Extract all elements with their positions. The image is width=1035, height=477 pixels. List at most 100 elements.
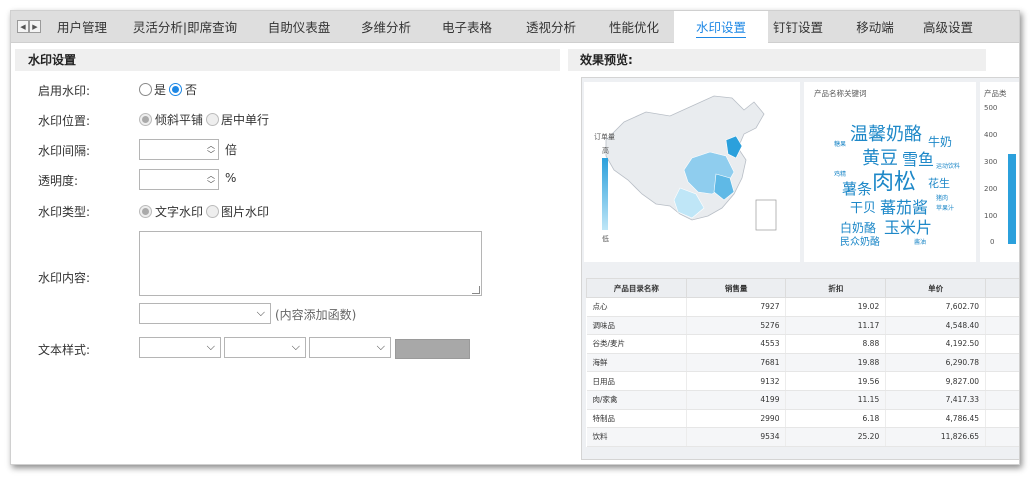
table-cell-extra [985, 371, 1019, 391]
china-map [605, 95, 777, 231]
table-cell: 19.02 [785, 297, 887, 317]
bar-chart-title: 产品类 [984, 89, 1007, 98]
table-cell-extra [985, 409, 1019, 429]
tab-spreadsheet[interactable]: 电子表格 [436, 11, 498, 43]
preview-panel: 订单量 高 低 产品名称关键词 温馨奶酪 黄豆 雪鱼 肉松 薯条 牛奶 花生 干… [581, 77, 1019, 460]
tab-scroll-left-icon[interactable]: ◀ [17, 20, 29, 33]
font-color-picker[interactable] [395, 339, 470, 359]
table-cell: 11.15 [785, 390, 887, 410]
spacing-stepper[interactable]: ︿ ﹀ [139, 139, 219, 160]
enable-no-radio[interactable] [169, 83, 182, 96]
map-legend-title: 订单量 [594, 133, 615, 141]
table-cell-extra [985, 353, 1019, 373]
position-center-text: 居中单行 [221, 113, 270, 127]
chevron-down-icon: ⌵ [291, 340, 300, 353]
table-cell-extra [985, 427, 1019, 447]
tab-flexible-analysis[interactable]: 灵活分析|即席查询 [129, 11, 241, 43]
position-center-radio[interactable] [206, 113, 219, 126]
bar-tick: 200 [984, 185, 998, 193]
chevron-down-icon: ⌵ [376, 340, 385, 353]
settings-window: ◀ ▶ 用户管理 灵活分析|即席查询 自助仪表盘 多维分析 电子表格 透视分析 … [10, 10, 1020, 465]
type-text-text: 文字水印 [155, 205, 204, 219]
table-cell: 4,192.50 [885, 334, 987, 354]
resize-grip-icon[interactable] [472, 286, 480, 294]
tab-advanced[interactable]: 高级设置 [916, 11, 980, 43]
tab-self-service-dashboard[interactable]: 自助仪表盘 [261, 11, 337, 43]
preview-header: 效果预览: [568, 49, 986, 71]
cloud-word: 黄豆 [862, 148, 898, 169]
bar-tick: 0 [990, 238, 995, 246]
table-cell: 25.20 [785, 427, 887, 447]
opacity-stepper[interactable]: ︿ ﹀ [139, 169, 219, 190]
enable-yes-text: 是 [154, 83, 167, 97]
word-cloud-title: 产品名称关键词 [814, 89, 867, 98]
table-cell: 19.56 [785, 371, 887, 391]
table-cell: 8.88 [785, 334, 887, 354]
cloud-word: 干贝 [850, 201, 877, 216]
bar-tick: 500 [984, 104, 998, 112]
type-image-radio[interactable] [206, 205, 219, 218]
table-cell-extra [985, 316, 1019, 336]
type-image-text: 图片水印 [221, 205, 270, 219]
tab-nav: ◀ ▶ [17, 20, 41, 33]
type-text-radio[interactable] [139, 205, 152, 218]
tab-scroll-right-icon[interactable]: ▶ [29, 20, 41, 33]
table-cell-extra [985, 334, 1019, 354]
map-legend-low: 低 [602, 235, 609, 243]
cloud-word: 牛奶 [928, 135, 953, 149]
cloud-word: 肉松 [872, 170, 917, 195]
font-size-select[interactable]: ⌵ [224, 337, 306, 358]
tab-pivot-analysis[interactable]: 透视分析 [520, 11, 582, 43]
enable-label: 启用水印: [38, 84, 91, 98]
table-header-extra [985, 278, 1019, 298]
south-sea-inset [755, 199, 777, 231]
table-cell: 点心 [586, 297, 687, 317]
table-cell: 9534 [686, 427, 787, 447]
font-family-select[interactable]: ⌵ [139, 337, 221, 358]
stepper-up-icon[interactable]: ︿ [207, 172, 215, 180]
bar-tick: 400 [984, 131, 998, 139]
font-weight-select[interactable]: ⌵ [309, 337, 391, 358]
tab-multidim-analysis[interactable]: 多维分析 [355, 11, 417, 43]
enable-yes-radio[interactable] [139, 83, 152, 96]
table-cell: 6.18 [785, 409, 887, 429]
table-cell: 6,290.78 [885, 353, 987, 373]
table-cell: 调味品 [586, 316, 687, 336]
cloud-word: 民众奶酪 [840, 237, 880, 248]
table-header: 单价 [885, 278, 987, 298]
tab-mobile[interactable]: 移动端 [847, 11, 903, 43]
tab-user-management[interactable]: 用户管理 [53, 11, 111, 43]
cloud-word: 温馨奶酪 [850, 124, 922, 145]
table-cell: 7681 [686, 353, 787, 373]
cloud-word: 猪肉 [936, 195, 949, 202]
position-label: 水印位置: [38, 114, 91, 128]
map-legend-bar [602, 158, 608, 230]
table-header: 折扣 [785, 278, 887, 298]
stepper-down-icon[interactable]: ﹀ [207, 181, 215, 189]
position-tiled-radio[interactable] [139, 113, 152, 126]
table-cell: 4,548.40 [885, 316, 987, 336]
type-label: 水印类型: [38, 205, 91, 219]
table-row: 肉/家禽 4199 11.15 7,417.33 [586, 390, 1019, 410]
cloud-word: 鸡精 [834, 171, 847, 178]
cloud-word: 薯条 [842, 180, 873, 198]
tab-watermark[interactable]: 水印设置 [674, 11, 768, 43]
bar-tick: 100 [984, 212, 998, 220]
table-cell: 2990 [686, 409, 787, 429]
cloud-word: 糖果 [834, 141, 847, 148]
bar-mark [1008, 154, 1016, 244]
table-row: 特制品 2990 6.18 4,786.45 [586, 409, 1019, 429]
table-cell: 4553 [686, 334, 787, 354]
tab-dingtalk[interactable]: 钉钉设置 [768, 11, 828, 43]
function-select[interactable]: ⌵ [139, 303, 271, 324]
table-cell: 9132 [686, 371, 787, 391]
stepper-up-icon[interactable]: ︿ [207, 142, 215, 150]
content-label: 水印内容: [38, 271, 91, 285]
tab-performance[interactable]: 性能优化 [603, 11, 665, 43]
table-cell: 日用品 [586, 371, 687, 391]
table-cell: 饮料 [586, 427, 687, 447]
table-row: 调味品 5276 11.17 4,548.40 [586, 316, 1019, 336]
content-textarea[interactable] [139, 231, 482, 296]
chevron-down-icon: ⌵ [206, 340, 215, 353]
stepper-down-icon[interactable]: ﹀ [207, 151, 215, 159]
